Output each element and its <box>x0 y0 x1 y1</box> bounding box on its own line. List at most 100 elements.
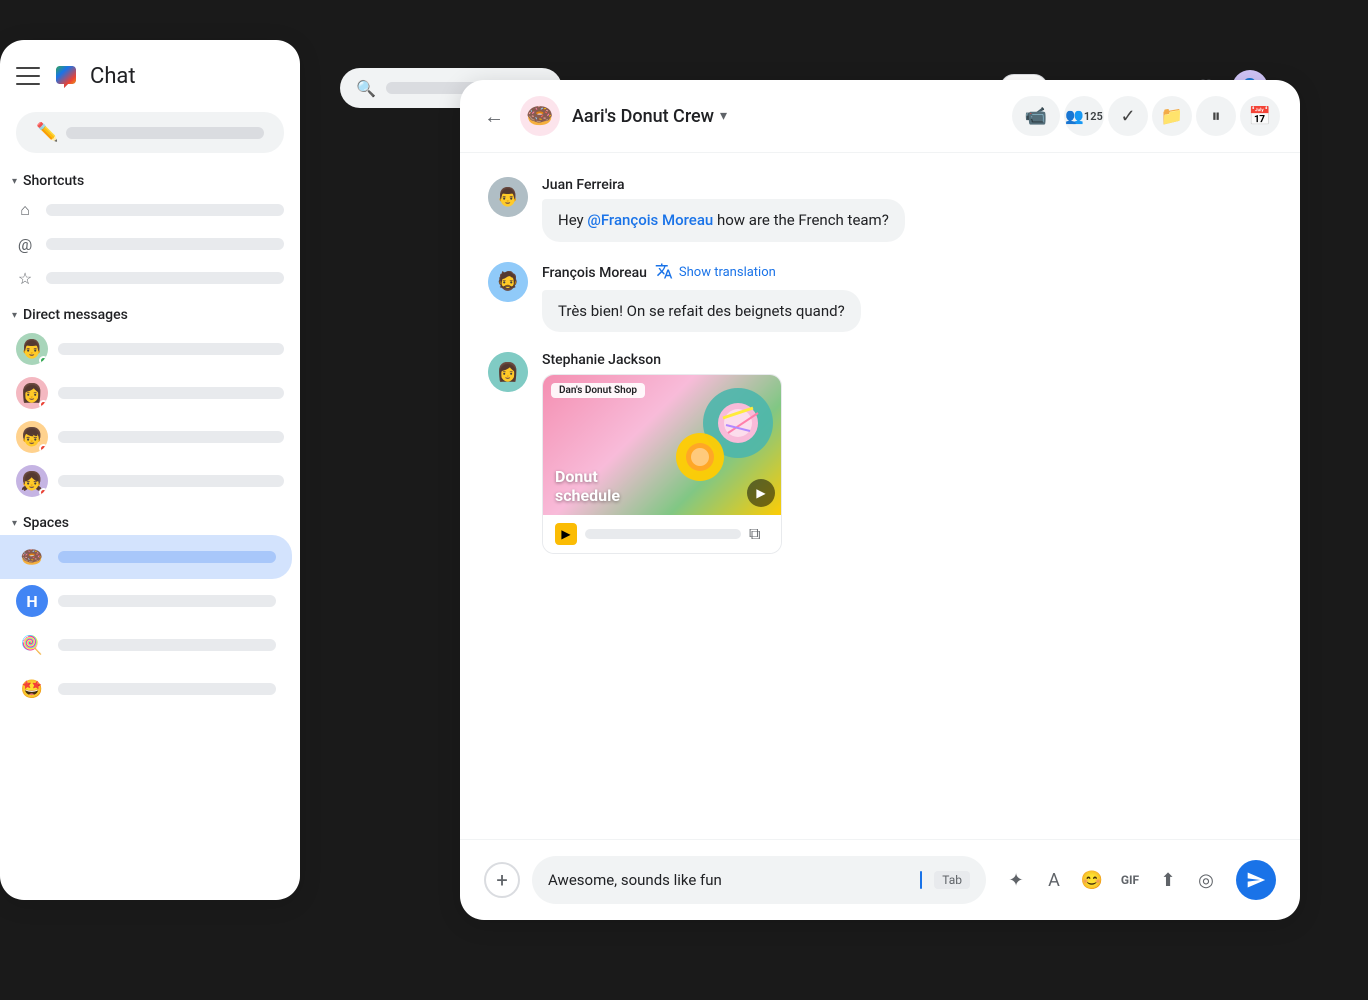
sidebar: Chat ✏️ ▾ Shortcuts ⌂ @ ☆ ▾ Direct messa… <box>0 40 300 900</box>
shortcuts-label: Shortcuts <box>23 173 84 189</box>
message-input-box[interactable]: Awesome, sounds like fun Tab <box>532 856 986 904</box>
dm-name-4 <box>58 475 284 487</box>
francois-sender-row: François Moreau Show translation <box>542 262 861 284</box>
message-input[interactable]: Awesome, sounds like fun <box>548 871 912 889</box>
francois-sender-name: François Moreau <box>542 265 647 281</box>
card-title: Donutschedule <box>555 467 620 505</box>
hamburger-menu[interactable] <box>16 67 40 85</box>
translate-row: Show translation <box>655 262 776 284</box>
send-icon <box>1246 870 1266 890</box>
donut-card: Dan's Donut Shop <box>542 374 782 554</box>
message-francois: 🧔 François Moreau Show translation Très … <box>488 262 1272 333</box>
space-donut-avatar: 🍩 <box>16 541 48 573</box>
spaces-chevron: ▾ <box>12 518 17 529</box>
dm-item-4[interactable]: 👧 <box>0 459 300 503</box>
dm-item-2[interactable]: 👩 <box>0 371 300 415</box>
send-button[interactable] <box>1236 860 1276 900</box>
calendar-icon: 📅 <box>1249 106 1271 127</box>
dm-avatar-1: 👨 <box>16 333 48 365</box>
dm-avatar-2: 👩 <box>16 377 48 409</box>
new-chat-placeholder <box>66 127 264 139</box>
dm-avatar-4: 👧 <box>16 465 48 497</box>
dm-name-3 <box>58 431 284 443</box>
chat-header: ← 🍩 Aari's Donut Crew ▾ 📹 👥 125 ✓ 📁 ⏸ <box>460 80 1300 153</box>
calendar-button[interactable]: 📅 <box>1240 96 1280 136</box>
stephanie-message-content: Stephanie Jackson Dan's Donut Shop <box>542 352 782 554</box>
text-cursor <box>920 871 922 889</box>
shortcut-mentions[interactable]: @ <box>0 227 300 261</box>
dm-name-2 <box>58 387 284 399</box>
more-options-button[interactable]: ◎ <box>1188 862 1224 898</box>
tasks-button[interactable]: ✓ <box>1108 96 1148 136</box>
header-actions: 📹 👥 125 ✓ 📁 ⏸ 📅 <box>1012 96 1280 136</box>
add-attachment-button[interactable]: + <box>484 862 520 898</box>
card-play-button[interactable]: ▶ <box>747 479 775 507</box>
message-juan: 👨 Juan Ferreira Hey @François Moreau how… <box>488 177 1272 242</box>
space-candy-avatar: 🍭 <box>16 629 48 661</box>
dm-name-1 <box>58 343 284 355</box>
format-text-button[interactable]: A <box>1036 862 1072 898</box>
card-footer-title <box>585 529 741 539</box>
integrations-button[interactable]: ⏸ <box>1196 96 1236 136</box>
members-button[interactable]: 👥 125 <box>1064 96 1104 136</box>
stephanie-avatar: 👩 <box>488 352 528 392</box>
card-image: Dan's Donut Shop <box>543 375 782 515</box>
dm-item-3[interactable]: 👦 <box>0 415 300 459</box>
new-chat-button[interactable]: ✏️ <box>16 112 284 153</box>
shortcut-home[interactable]: ⌂ <box>0 193 300 227</box>
space-star[interactable]: 🤩 <box>0 667 292 711</box>
group-name-chevron: ▾ <box>720 108 727 124</box>
dm-item-1[interactable]: 👨 <box>0 327 300 371</box>
stephanie-sender-name: Stephanie Jackson <box>542 352 661 368</box>
group-avatar: 🍩 <box>520 96 560 136</box>
messages-area: 👨 Juan Ferreira Hey @François Moreau how… <box>460 153 1300 839</box>
spaces-section-header[interactable]: ▾ Spaces <box>0 503 300 535</box>
gif-button[interactable]: GIF <box>1112 862 1148 898</box>
dm-chevron: ▾ <box>12 310 17 321</box>
space-h[interactable]: H <box>0 579 292 623</box>
space-h-label <box>58 595 276 607</box>
shortcuts-section-header[interactable]: ▾ Shortcuts <box>0 161 300 193</box>
input-actions: ✦ A 😊 GIF ⬆ ◎ <box>998 862 1224 898</box>
back-button[interactable]: ← <box>480 100 508 133</box>
direct-messages-label: Direct messages <box>23 307 128 323</box>
shortcut-starred[interactable]: ☆ <box>0 261 300 295</box>
juan-sender-name: Juan Ferreira <box>542 177 625 193</box>
files-button[interactable]: 📁 <box>1152 96 1192 136</box>
card-footer: ▶ ⧉ <box>543 515 781 553</box>
francois-avatar: 🧔 <box>488 262 528 302</box>
card-shop-label: Dan's Donut Shop <box>551 383 645 398</box>
francois-message-content: François Moreau Show translation Très bi… <box>542 262 861 333</box>
sidebar-header: Chat <box>0 40 300 104</box>
app-title: Chat <box>90 64 136 89</box>
direct-messages-header[interactable]: ▾ Direct messages <box>0 295 300 327</box>
space-donut-label <box>58 551 276 563</box>
gemini-input-button[interactable]: ✦ <box>998 862 1034 898</box>
shortcut-home-label <box>46 204 284 216</box>
tab-badge: Tab <box>934 871 970 889</box>
card-title-area: Donutschedule <box>555 467 620 505</box>
check-icon: ✓ <box>1120 106 1135 127</box>
juan-avatar: 👨 <box>488 177 528 217</box>
copy-link-button[interactable]: ⧉ <box>749 524 769 544</box>
upload-button[interactable]: ⬆ <box>1150 862 1186 898</box>
space-candy-label <box>58 639 276 651</box>
input-area: + Awesome, sounds like fun Tab ✦ A 😊 GIF… <box>460 839 1300 920</box>
show-translation-link[interactable]: Show translation <box>679 265 776 280</box>
space-donut-crew[interactable]: 🍩 <box>0 535 292 579</box>
people-icon: 👥 <box>1065 107 1084 125</box>
francois-message-bubble: Très bien! On se refait des beignets qua… <box>542 290 861 333</box>
emoji-button[interactable]: 😊 <box>1074 862 1110 898</box>
juan-message-content: Juan Ferreira Hey @François Moreau how a… <box>542 177 905 242</box>
video-call-button[interactable]: 📹 <box>1012 96 1060 136</box>
shortcut-mentions-label <box>46 238 284 250</box>
chat-window: ← 🍩 Aari's Donut Crew ▾ 📹 👥 125 ✓ 📁 ⏸ <box>460 80 1300 920</box>
space-candy[interactable]: 🍭 <box>0 623 292 667</box>
star-icon: ☆ <box>16 269 34 287</box>
app-logo: Chat <box>50 60 136 92</box>
dm-avatar-3: 👦 <box>16 421 48 453</box>
group-name[interactable]: Aari's Donut Crew ▾ <box>572 106 727 127</box>
card-container: Dan's Donut Shop <box>542 374 782 554</box>
space-star-avatar: 🤩 <box>16 673 48 705</box>
translate-icon <box>655 262 673 284</box>
